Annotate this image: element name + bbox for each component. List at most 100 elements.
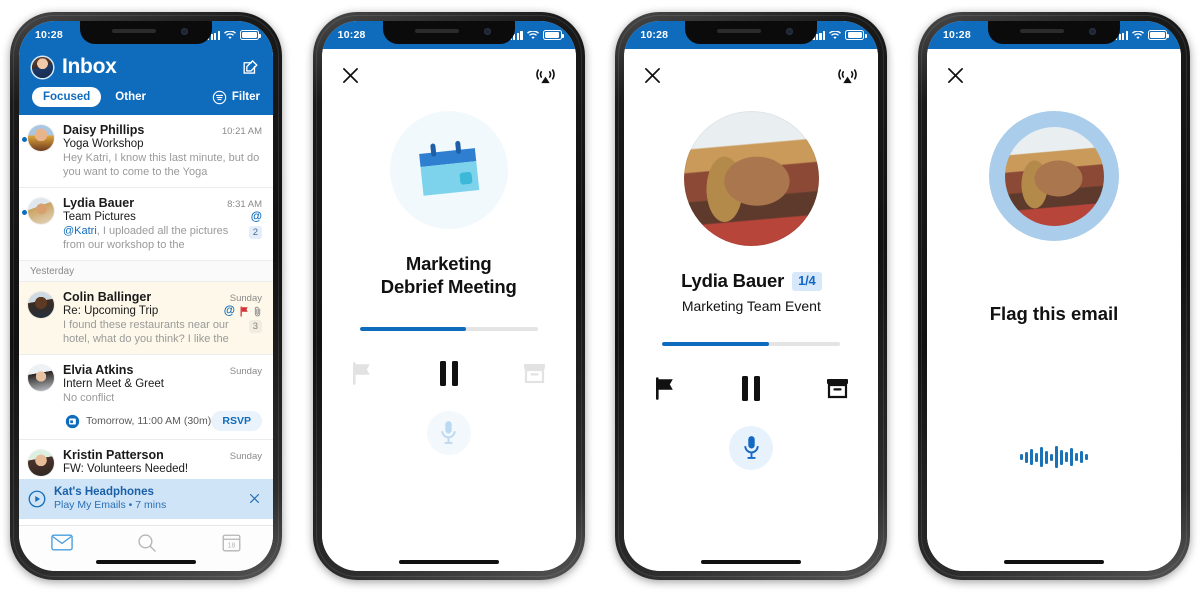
avatar <box>28 125 54 151</box>
title-line-2: Debrief Meeting <box>380 275 517 297</box>
status-indicators <box>812 30 867 40</box>
close-icon[interactable] <box>249 492 262 505</box>
rsvp-button[interactable]: RSVP <box>211 411 262 432</box>
mic-area <box>644 425 858 470</box>
screen-top-bar <box>644 49 858 95</box>
filter-button[interactable]: Filter <box>212 90 260 105</box>
calendar-event-icon <box>65 414 80 428</box>
archive-button[interactable] <box>522 361 548 387</box>
flag-button[interactable] <box>652 376 678 402</box>
wifi-icon <box>829 30 842 39</box>
message-body: Lydia Bauer 8:31 AM Team Pictures @ @Kat… <box>63 196 262 252</box>
pause-bar-right <box>754 376 761 402</box>
flag-button[interactable] <box>350 361 376 387</box>
pause-button[interactable] <box>436 361 462 387</box>
status-time: 10:28 <box>640 29 669 41</box>
status-time: 10:28 <box>337 29 366 41</box>
illustration-backdrop <box>389 111 508 229</box>
message-body: Elvia Atkins Sunday Intern Meet & Greet … <box>63 363 262 432</box>
play-my-emails-banner[interactable]: Kat's Headphones Play My Emails • 7 mins <box>19 479 273 519</box>
table-row[interactable]: Kristin Patterson Sunday FW: Volunteers … <box>19 440 273 479</box>
playback-progress-bar[interactable] <box>359 326 538 331</box>
close-icon[interactable] <box>644 67 661 84</box>
pause-button[interactable] <box>738 376 764 402</box>
mention-icon: @ <box>250 211 262 223</box>
playback-controls <box>342 361 556 387</box>
message-time: 8:31 AM <box>227 199 262 210</box>
message-body: Colin Ballinger Sunday Re: Upcoming Trip… <box>63 290 262 346</box>
page-title: Marketing Debrief Meeting <box>342 253 556 299</box>
status-indicators <box>1114 30 1170 40</box>
airplay-icon[interactable] <box>837 65 858 86</box>
message-preview: No conflict <box>63 392 115 404</box>
inbox-pivots: Focused Other Filter <box>32 87 260 107</box>
archive-icon <box>826 379 848 399</box>
phone-2-play-meeting: 10:28 Marketing Debrief Meeting <box>312 12 585 580</box>
pivot-focused[interactable]: Focused <box>32 87 102 107</box>
table-row[interactable]: Daisy Phillips 10:21 AM Yoga Workshop He… <box>19 115 273 188</box>
status-indicators <box>509 30 564 40</box>
day-separator: Yesterday <box>19 261 273 282</box>
flag-icon <box>240 305 248 317</box>
play-circle-icon[interactable] <box>28 490 46 508</box>
message-flags: @ <box>224 305 262 317</box>
message-flags: @ <box>251 211 262 223</box>
audio-waveform-icon <box>947 443 1161 471</box>
avatar <box>683 111 819 246</box>
search-icon[interactable] <box>137 533 157 553</box>
sender-photo-area <box>947 111 1161 241</box>
message-time: Sunday <box>229 366 262 377</box>
pause-bar-left <box>742 376 749 402</box>
sender-name-row: Lydia Bauer 1/4 <box>644 270 858 293</box>
table-row[interactable]: Elvia Atkins Sunday Intern Meet & Greet … <box>19 355 273 441</box>
archive-button[interactable] <box>824 376 850 402</box>
notch <box>685 21 818 44</box>
microphone-icon <box>744 436 759 460</box>
avatar <box>1004 126 1104 226</box>
attachment-icon <box>254 306 261 316</box>
microphone-button[interactable] <box>426 410 471 455</box>
banner-text: Kat's Headphones Play My Emails • 7 mins <box>54 486 241 511</box>
meeting-chip: Tomorrow, 11:00 AM (30m) <box>65 414 211 429</box>
mail-icon[interactable] <box>51 534 73 551</box>
thread-count-badge: 3 <box>248 320 262 333</box>
battery-icon <box>845 30 867 40</box>
microphone-icon <box>441 421 456 445</box>
sender-photo-area <box>644 111 858 246</box>
phone-4-flag-prompt: 10:28 Flag this email <box>918 12 1191 580</box>
calendar-illustration <box>418 140 479 196</box>
close-icon[interactable] <box>342 67 359 84</box>
message-subject: Intern Meet & Greet <box>63 378 164 390</box>
battery-icon <box>240 30 262 40</box>
table-row[interactable]: Lydia Bauer 8:31 AM Team Pictures @ @Kat… <box>19 188 273 261</box>
message-time: 10:21 AM <box>221 126 262 137</box>
message-list[interactable]: Daisy Phillips 10:21 AM Yoga Workshop He… <box>19 115 273 479</box>
tab-bar[interactable]: 18 <box>19 525 273 571</box>
email-count-badge: 1/4 <box>792 272 822 291</box>
compose-icon[interactable] <box>241 58 260 77</box>
hero-illustration <box>342 111 556 229</box>
earpiece-speaker <box>414 29 459 33</box>
screenshot-root: 10:28 Inbox Focused Other Filter Daisy P… <box>0 0 1200 596</box>
earpiece-speaker <box>1020 29 1065 33</box>
pause-bar-right <box>451 361 458 387</box>
close-icon[interactable] <box>947 67 964 84</box>
message-sender: Lydia Bauer <box>63 196 135 210</box>
battery-icon <box>1148 30 1170 40</box>
front-camera <box>786 28 794 35</box>
avatar <box>28 365 54 391</box>
pause-bar-left <box>439 361 446 387</box>
microphone-button[interactable] <box>729 425 774 470</box>
pivot-other[interactable]: Other <box>104 87 157 107</box>
archive-icon <box>524 364 546 384</box>
phone-3-play-email: 10:28 Lydia Bauer 1/4 Marketing Team Eve… <box>615 12 888 580</box>
avatar[interactable] <box>32 56 53 78</box>
calendar-icon[interactable]: 18 <box>222 533 241 552</box>
playback-progress-bar[interactable] <box>662 341 841 346</box>
airplay-icon[interactable] <box>535 65 556 86</box>
table-row[interactable]: Colin Ballinger Sunday Re: Upcoming Trip… <box>19 282 273 355</box>
message-body: Daisy Phillips 10:21 AM Yoga Workshop He… <box>63 123 262 179</box>
avatar-ring <box>989 111 1120 241</box>
earpiece-speaker <box>717 29 762 33</box>
message-sender: Kristin Patterson <box>63 448 164 463</box>
